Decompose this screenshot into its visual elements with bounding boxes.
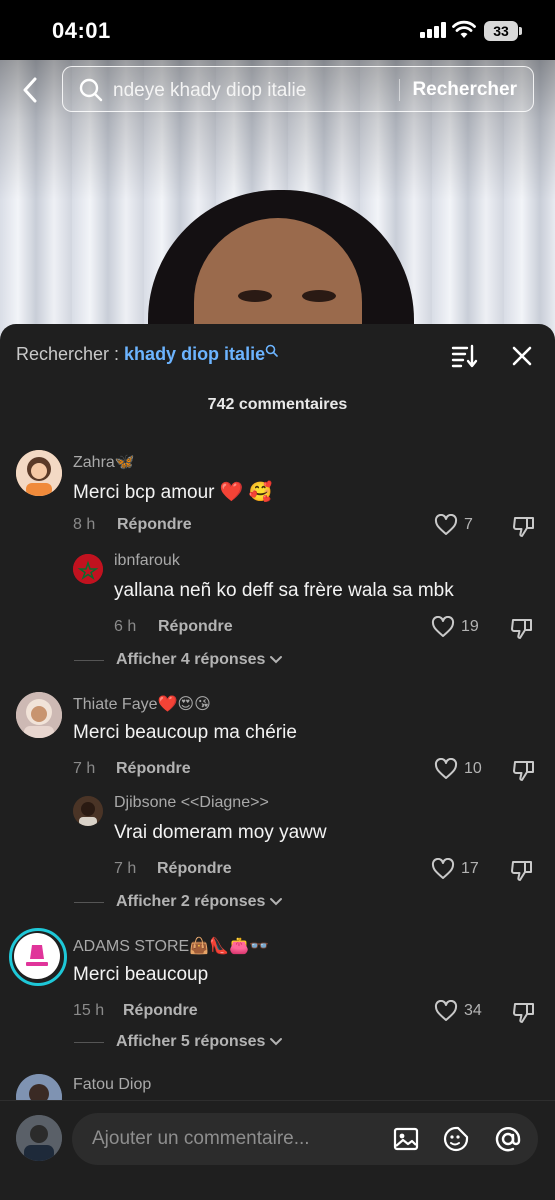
heart-icon <box>434 514 458 535</box>
related-search[interactable]: Rechercher : khady diop italie <box>16 344 278 365</box>
dislike-icon[interactable] <box>510 616 534 640</box>
like-count: 34 <box>464 1002 482 1019</box>
back-button[interactable] <box>12 68 48 112</box>
show-replies-label: Afficher 5 réponses <box>116 1033 266 1050</box>
comment-text: yallana neñ ko deff sa frère wala sa mbk <box>114 580 454 601</box>
show-replies-button[interactable]: Afficher 2 réponses <box>74 893 283 911</box>
comment-text: Vrai domeram moy yaww <box>114 822 327 843</box>
heart-icon <box>434 1000 458 1021</box>
comment-username[interactable]: ADAMS STORE👜👠👛👓 <box>73 936 269 956</box>
search-submit-button[interactable]: Rechercher <box>412 79 517 101</box>
search-header: ndeye khady diop italie Rechercher <box>0 60 555 120</box>
avatar[interactable] <box>73 554 103 584</box>
status-bar: 04:01 33 <box>0 0 555 60</box>
search-icon <box>265 344 278 357</box>
show-replies-button[interactable]: Afficher 4 réponses <box>74 651 283 669</box>
reply-button[interactable]: Répondre <box>123 1002 198 1020</box>
wifi-icon <box>452 20 476 38</box>
close-icon[interactable] <box>508 342 536 370</box>
heart-icon <box>434 758 458 779</box>
comments-sheet: Rechercher : khady diop italie 742 comme… <box>0 324 555 1200</box>
search-input[interactable]: ndeye khady diop italie Rechercher <box>62 66 534 112</box>
show-replies-label: Afficher 4 réponses <box>116 651 266 668</box>
video-person-hair <box>148 190 414 340</box>
store-logo-icon <box>14 933 60 979</box>
sticker-emoji-icon[interactable] <box>442 1125 470 1153</box>
status-time: 04:01 <box>52 18 111 43</box>
avatar[interactable] <box>16 692 62 738</box>
chevron-down-icon <box>270 656 283 664</box>
avatar-photo <box>73 796 103 826</box>
dislike-icon[interactable] <box>512 514 536 538</box>
comment-text: Merci bcp amour ❤️ 🥰 <box>73 482 273 503</box>
divider-line <box>74 901 104 903</box>
avatar-photo <box>16 1115 62 1161</box>
search-divider <box>399 79 400 101</box>
like-button[interactable]: 7 <box>434 514 473 536</box>
comment-count: 742 commentaires <box>207 396 348 413</box>
comment-time: 7 h <box>114 860 137 877</box>
show-replies-label: Afficher 2 réponses <box>116 893 266 910</box>
like-button[interactable]: 10 <box>434 758 482 780</box>
like-count: 19 <box>461 618 479 635</box>
comment-text: Merci beaucoup ma chérie <box>73 722 297 743</box>
related-search-prefix: Rechercher : <box>16 344 125 364</box>
search-icon <box>79 78 103 102</box>
comment-username[interactable]: ibnfarouk <box>114 552 180 570</box>
dislike-icon[interactable] <box>512 1000 536 1024</box>
avatar[interactable] <box>73 796 103 826</box>
comment-time: 15 h <box>73 1002 105 1019</box>
show-replies-button[interactable]: Afficher 5 réponses <box>74 1033 283 1051</box>
avatar[interactable] <box>16 450 62 496</box>
sort-icon[interactable] <box>450 342 478 370</box>
comment-username[interactable]: Zahra🦋 <box>73 452 135 472</box>
chevron-left-icon <box>23 77 37 103</box>
related-search-term[interactable]: khady diop italie <box>124 344 265 364</box>
video-person-face <box>194 218 362 340</box>
avatar-photo <box>16 692 62 738</box>
video-person-eye <box>238 290 272 302</box>
reply-button[interactable]: Répondre <box>116 760 191 778</box>
chevron-down-icon <box>270 1038 283 1046</box>
reply-button[interactable]: Répondre <box>157 860 232 878</box>
video-person-eye <box>302 290 336 302</box>
chevron-down-icon <box>270 898 283 906</box>
comment-username[interactable]: Djibsone <<Diagne>> <box>114 794 269 812</box>
image-icon[interactable] <box>392 1125 420 1153</box>
like-count: 10 <box>464 760 482 777</box>
comment-input[interactable]: Ajouter un commentaire... <box>72 1113 538 1165</box>
reply-button[interactable]: Répondre <box>158 618 233 636</box>
like-count: 7 <box>464 516 473 533</box>
comment-time: 6 h <box>114 618 137 635</box>
heart-icon <box>431 616 455 637</box>
avatar-illustration <box>16 450 62 496</box>
reply-button[interactable]: Répondre <box>117 516 192 534</box>
search-query-text: ndeye khady diop italie <box>113 80 307 101</box>
like-count: 17 <box>461 860 479 877</box>
heart-icon <box>431 858 455 879</box>
comment-input-placeholder: Ajouter un commentaire... <box>92 1128 310 1149</box>
comment-time: 8 h <box>73 516 96 533</box>
like-button[interactable]: 34 <box>434 1000 482 1022</box>
battery-indicator: 33 <box>484 21 522 41</box>
comment-time: 7 h <box>73 760 96 777</box>
dislike-icon[interactable] <box>510 858 534 882</box>
comment-username[interactable]: Fatou Diop <box>73 1076 151 1094</box>
flag-icon <box>73 554 103 584</box>
comment-username[interactable]: Thiate Faye❤️😍😘 <box>73 694 211 714</box>
comment-input-bar: Ajouter un commentaire... <box>0 1100 555 1200</box>
like-button[interactable]: 17 <box>431 858 479 880</box>
cellular-signal-icon <box>420 22 446 38</box>
dislike-icon[interactable] <box>512 758 536 782</box>
divider-line <box>74 1041 104 1043</box>
divider-line <box>74 659 104 661</box>
mention-icon[interactable] <box>494 1125 522 1153</box>
like-button[interactable]: 19 <box>431 616 479 638</box>
avatar-story-ring[interactable] <box>9 928 67 986</box>
comment-text: Merci beaucoup <box>73 964 209 985</box>
avatar <box>16 1115 62 1161</box>
